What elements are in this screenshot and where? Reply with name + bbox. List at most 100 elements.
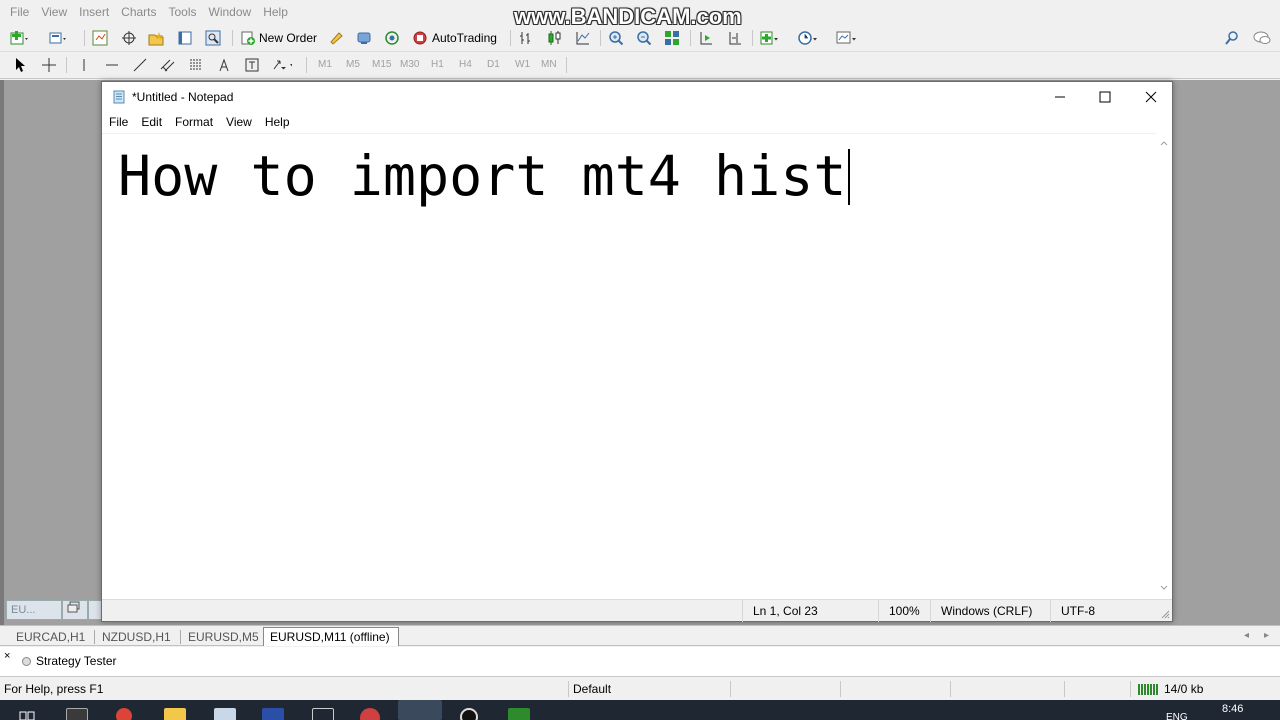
- vertical-line-icon[interactable]: [74, 56, 94, 74]
- timeframe-m5[interactable]: M5: [346, 57, 360, 73]
- autotrading-icon[interactable]: [410, 29, 430, 47]
- fibonacci-icon[interactable]: [186, 56, 206, 74]
- strategy-tester-tab[interactable]: Strategy Tester: [20, 652, 116, 670]
- line-ending: Windows (CRLF): [930, 600, 1050, 622]
- status-divider: [950, 681, 951, 697]
- periods-icon[interactable]: [798, 29, 818, 47]
- tile-windows-icon[interactable]: [662, 29, 682, 47]
- terminal-app-icon[interactable]: [66, 708, 88, 720]
- status-profile: Default: [573, 682, 612, 696]
- crosshair-icon[interactable]: [39, 56, 59, 74]
- options-icon[interactable]: [354, 29, 374, 47]
- notepad-title: *Untitled - Notepad: [132, 90, 234, 104]
- timeframe-m30[interactable]: M30: [400, 57, 419, 73]
- notepad-menu-view[interactable]: View: [221, 112, 257, 132]
- new-order-button[interactable]: New Order: [259, 29, 317, 47]
- toolbar-separator: [66, 57, 67, 73]
- zoom-in-icon[interactable]: [606, 29, 626, 47]
- mt4-menu-insert[interactable]: Insert: [73, 0, 115, 24]
- chart-tab-nzdusd-h1[interactable]: NZDUSD,H1: [96, 628, 177, 646]
- chart-tab-eurusd-m11-offline[interactable]: EURUSD,M11 (offline): [263, 627, 399, 646]
- toolbar-separator: [566, 57, 567, 73]
- notepad-menu-format[interactable]: Format: [170, 112, 218, 132]
- record-icon[interactable]: [460, 708, 478, 720]
- minimize-button[interactable]: [1037, 82, 1083, 112]
- notepad-window[interactable]: *Untitled - Notepad File Edit Format Vie…: [101, 81, 1173, 622]
- metaeditor-icon[interactable]: [326, 29, 346, 47]
- horizontal-line-icon[interactable]: [102, 56, 122, 74]
- app-icon-1[interactable]: [214, 708, 236, 720]
- language-indicator[interactable]: ENG: [1166, 712, 1188, 720]
- timeframe-h4[interactable]: H4: [459, 57, 472, 73]
- mt4-menu-window[interactable]: Window: [203, 0, 258, 24]
- signals-icon[interactable]: [382, 29, 402, 47]
- terminal-icon[interactable]: [175, 29, 195, 47]
- bar-chart-icon[interactable]: [516, 29, 536, 47]
- notepad-menu-edit[interactable]: Edit: [136, 112, 167, 132]
- notepad-menu-file[interactable]: File: [104, 112, 133, 132]
- line-chart-icon[interactable]: [573, 29, 593, 47]
- notepad-vertical-scrollbar[interactable]: [1156, 133, 1172, 598]
- toolbar-separator: [752, 30, 753, 46]
- chart-tab-eurcad-h1[interactable]: EURCAD,H1: [10, 628, 91, 646]
- tabs-scroll-left-icon[interactable]: ◂: [1244, 630, 1249, 641]
- timeframe-m1[interactable]: M1: [318, 57, 332, 73]
- search-icon[interactable]: [1222, 29, 1242, 47]
- notepad-taskbar-icon[interactable]: [398, 700, 442, 720]
- candlesticks-icon[interactable]: [544, 29, 564, 47]
- indicators-icon[interactable]: [760, 29, 780, 47]
- timeframe-w1[interactable]: W1: [515, 57, 530, 73]
- chart-shift-icon[interactable]: [725, 29, 745, 47]
- new-chart-icon[interactable]: [10, 29, 30, 47]
- navigator-icon[interactable]: [146, 29, 166, 47]
- taskbar-clock[interactable]: 8:46: [1222, 703, 1243, 715]
- app-icon-2[interactable]: [262, 708, 284, 720]
- mt4-menu-file[interactable]: File: [4, 0, 35, 24]
- chat-icon[interactable]: [1252, 29, 1272, 47]
- profiles-icon[interactable]: [48, 29, 68, 47]
- auto-scroll-icon[interactable]: [696, 29, 716, 47]
- file-explorer-icon[interactable]: [164, 708, 186, 720]
- timeframe-d1[interactable]: D1: [487, 57, 500, 73]
- app-icon-3[interactable]: [312, 708, 334, 720]
- mt4-menu-tools[interactable]: Tools: [163, 0, 203, 24]
- minimized-chart-restore-icon[interactable]: [62, 600, 88, 620]
- status-help-text: For Help, press F1: [4, 682, 104, 696]
- zoom-out-icon[interactable]: [634, 29, 654, 47]
- mt4-menu-help[interactable]: Help: [257, 0, 294, 24]
- timeframe-h1[interactable]: H1: [431, 57, 444, 73]
- arrows-icon[interactable]: [272, 56, 292, 74]
- mt4-menu-view[interactable]: View: [35, 0, 73, 24]
- equidistant-channel-icon[interactable]: [158, 56, 178, 74]
- notepad-title-bar[interactable]: *Untitled - Notepad: [102, 82, 1172, 112]
- autotrading-button[interactable]: AutoTrading: [432, 29, 497, 47]
- new-order-icon[interactable]: [238, 29, 258, 47]
- market-watch-icon[interactable]: [90, 29, 110, 47]
- task-view-icon[interactable]: [18, 708, 40, 720]
- terminal-close-icon[interactable]: ×: [4, 650, 10, 662]
- app-icon-5[interactable]: [508, 708, 530, 720]
- notepad-menu-help[interactable]: Help: [260, 112, 295, 132]
- data-window-icon[interactable]: [119, 29, 139, 47]
- chart-tab-eurusd-m5[interactable]: EURUSD,M5: [182, 628, 265, 646]
- text-icon[interactable]: [214, 56, 234, 74]
- close-button[interactable]: [1128, 82, 1174, 112]
- timeframe-m15[interactable]: M15: [372, 57, 391, 73]
- minimized-chart-tab[interactable]: EU...: [6, 600, 62, 620]
- app-icon-4[interactable]: [360, 708, 380, 720]
- cursor-icon[interactable]: [10, 56, 30, 74]
- maximize-button[interactable]: [1082, 82, 1128, 112]
- chrome-icon[interactable]: [116, 708, 132, 720]
- resize-grip-icon[interactable]: [1160, 608, 1170, 622]
- text-label-icon[interactable]: [242, 56, 262, 74]
- mt4-menu-charts[interactable]: Charts: [115, 0, 162, 24]
- tab-separator: [94, 630, 95, 644]
- toolbar-separator: [232, 30, 233, 46]
- minimized-chart-edge: [88, 600, 102, 620]
- strategy-tester-icon[interactable]: [203, 29, 223, 47]
- timeframe-mn[interactable]: MN: [541, 57, 557, 73]
- tabs-scroll-right-icon[interactable]: ▸: [1264, 630, 1269, 641]
- notepad-text-area[interactable]: How to import mt4 hist: [102, 133, 1156, 598]
- trendline-icon[interactable]: [130, 56, 150, 74]
- templates-icon[interactable]: [836, 29, 856, 47]
